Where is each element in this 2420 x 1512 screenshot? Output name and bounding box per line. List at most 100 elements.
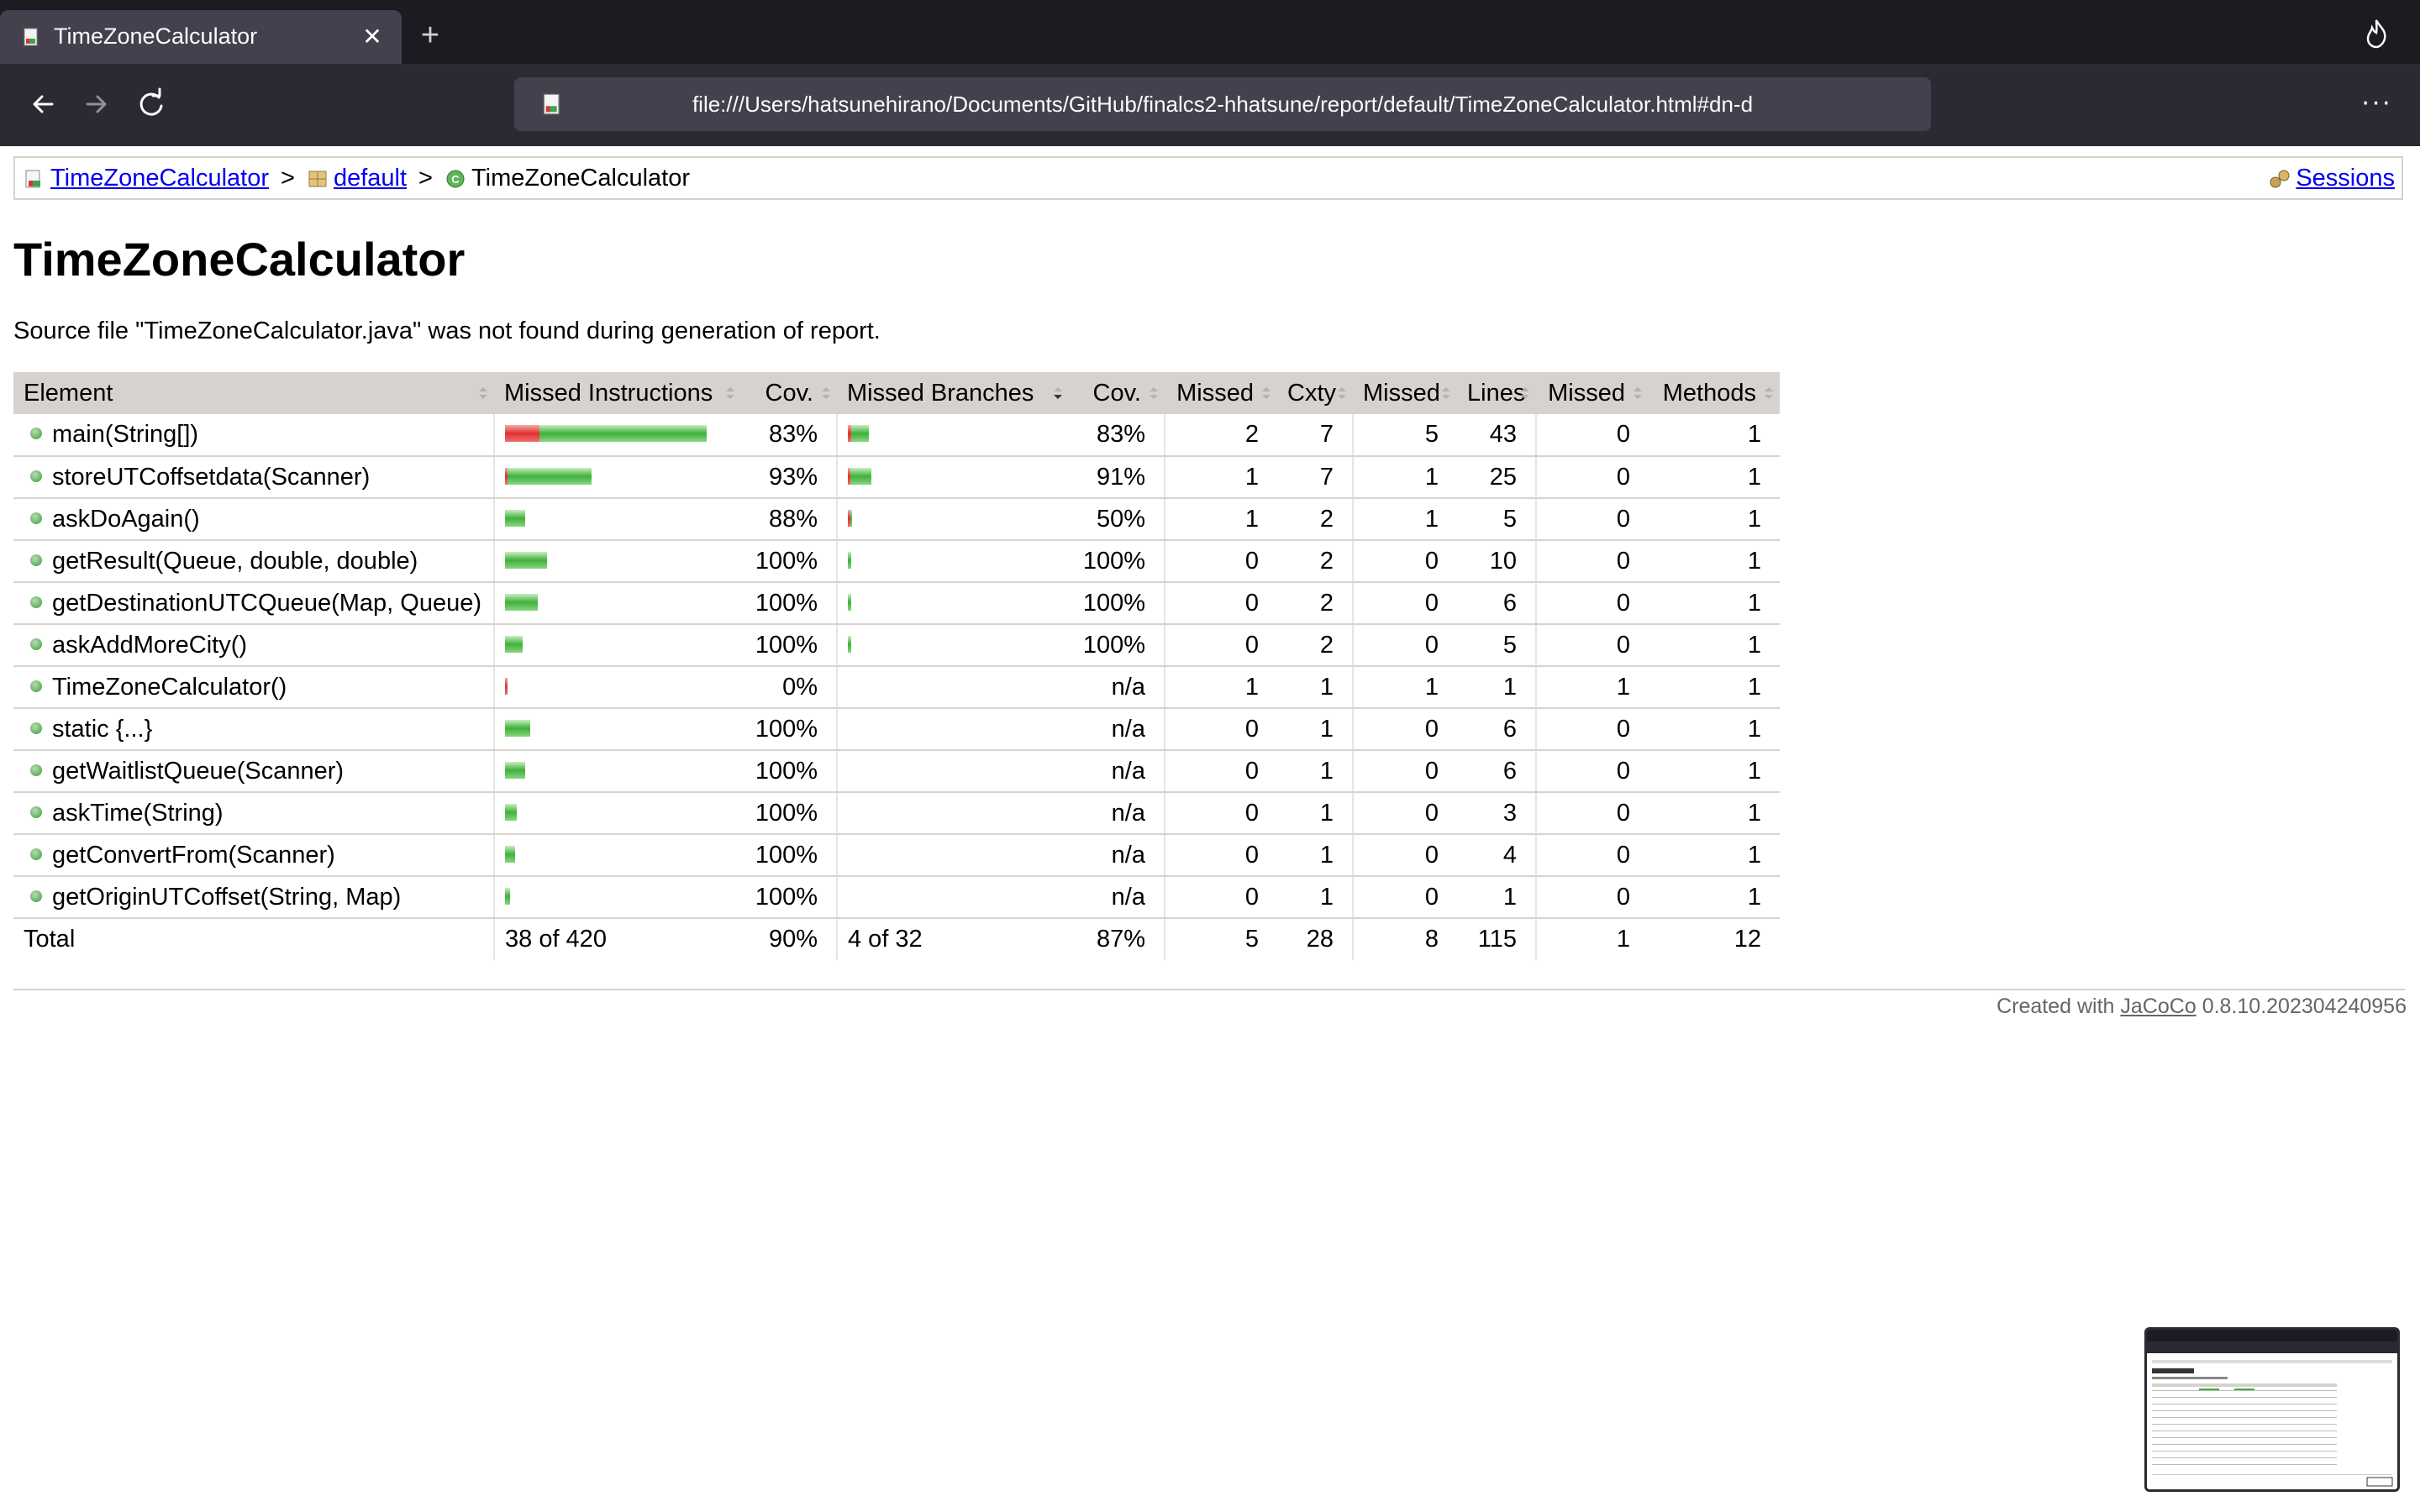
total-missed-lines: 8 xyxy=(1352,918,1457,960)
table-row: getDestinationUTCQueue(Map, Queue) 100% 10… xyxy=(13,582,1780,625)
method-bullet-icon xyxy=(30,848,42,860)
column-header-missed-methods[interactable]: Missed xyxy=(1536,372,1649,414)
table-row: askAddMoreCity() 100% 100% 0 2 0 5 0 1 xyxy=(13,624,1780,667)
methods: 1 xyxy=(1649,834,1780,877)
branch-coverage: 83% xyxy=(1069,414,1165,457)
covered-bar-segment xyxy=(851,425,869,443)
instruction-coverage: 100% xyxy=(741,582,837,625)
reload-icon[interactable] xyxy=(133,86,170,123)
covered-bar-segment xyxy=(848,593,851,611)
branch-coverage-bar xyxy=(848,551,851,569)
branch-coverage: 91% xyxy=(1069,456,1165,499)
instruction-coverage-bar xyxy=(505,761,525,779)
complexity: 7 xyxy=(1277,456,1353,499)
element-cell: askAddMoreCity() xyxy=(13,624,494,667)
breadcrumb-root-link[interactable]: TimeZoneCalculator xyxy=(50,165,269,192)
sort-icon xyxy=(822,387,830,399)
complexity: 2 xyxy=(1277,540,1353,583)
column-header-missed-branches[interactable]: Missed Branches xyxy=(837,372,1069,414)
branch-coverage-bar xyxy=(848,593,851,611)
element-cell: TimeZoneCalculator() xyxy=(13,666,494,709)
jacoco-link[interactable]: JaCoCo xyxy=(2120,995,2196,1018)
column-header-element[interactable]: Element xyxy=(13,372,494,414)
svg-text:C: C xyxy=(451,173,460,186)
footer-divider xyxy=(13,989,2405,990)
method-bullet-icon xyxy=(30,890,42,902)
method-name[interactable]: askDoAgain() xyxy=(52,506,200,533)
missed-complexity: 0 xyxy=(1164,876,1277,919)
url-text[interactable]: file:///Users/hatsunehirano/Documents/Gi… xyxy=(514,77,1931,131)
missed-branches-cell xyxy=(836,792,1069,835)
method-name[interactable]: getResult(Queue, double, double) xyxy=(52,548,418,575)
covered-bar-segment xyxy=(505,635,523,653)
back-arrow-icon[interactable] xyxy=(25,86,62,123)
table-row: getResult(Queue, double, double) 100% 100%… xyxy=(13,540,1780,583)
missed-instructions-cell xyxy=(493,750,741,793)
missed-instructions-cell xyxy=(493,498,741,541)
lines: 5 xyxy=(1457,498,1536,541)
missed-branches-cell xyxy=(836,834,1069,877)
browser-tab[interactable]: TimeZoneCalculator ✕ xyxy=(0,10,402,64)
method-name[interactable]: askTime(String) xyxy=(52,800,224,827)
column-header-instruction-coverage[interactable]: Cov. xyxy=(741,372,837,414)
close-tab-icon[interactable]: ✕ xyxy=(356,21,388,53)
method-name[interactable]: TimeZoneCalculator() xyxy=(52,674,287,701)
methods: 1 xyxy=(1649,666,1780,709)
sort-icon xyxy=(1150,387,1158,399)
missed-lines: 0 xyxy=(1352,708,1457,751)
instruction-coverage-bar xyxy=(505,467,592,485)
covered-bar-segment xyxy=(539,425,707,443)
branch-coverage: 100% xyxy=(1069,624,1165,667)
page-thumbnail-preview[interactable] xyxy=(2144,1327,2400,1492)
branch-coverage-bar xyxy=(848,635,851,653)
method-name[interactable]: getConvertFrom(Scanner) xyxy=(52,842,335,869)
more-menu-icon[interactable]: ··· xyxy=(2358,87,2395,119)
forward-arrow-icon[interactable] xyxy=(77,86,114,123)
instruction-coverage-bar xyxy=(505,593,538,611)
package-icon xyxy=(308,171,327,186)
branch-coverage: n/a xyxy=(1069,750,1165,793)
complexity: 1 xyxy=(1277,666,1353,709)
column-header-missed-lines[interactable]: Missed xyxy=(1353,372,1457,414)
missed-lines: 0 xyxy=(1352,876,1457,919)
column-header-methods[interactable]: Methods xyxy=(1649,372,1780,414)
instruction-coverage-bar xyxy=(505,677,508,695)
column-header-missed-instructions[interactable]: Missed Instructions xyxy=(494,372,741,414)
column-header-complexity[interactable]: Cxty xyxy=(1277,372,1353,414)
method-name[interactable]: getOriginUTCoffset(String, Map) xyxy=(52,884,401,911)
column-header-missed-complexity[interactable]: Missed xyxy=(1165,372,1277,414)
new-tab-button[interactable]: + xyxy=(413,18,447,52)
missed-instructions-cell xyxy=(493,708,741,751)
covered-bar-segment xyxy=(505,551,547,569)
instruction-coverage-bar xyxy=(505,635,523,653)
sessions-icon xyxy=(2270,170,2290,187)
total-instruction-coverage: 90% xyxy=(768,926,818,953)
fire-icon[interactable] xyxy=(2363,18,2390,49)
method-name[interactable]: storeUTCoffsetdata(Scanner) xyxy=(52,464,370,491)
instruction-coverage-bar xyxy=(505,509,525,527)
instruction-coverage: 100% xyxy=(741,708,837,751)
method-name[interactable]: getWaitlistQueue(Scanner) xyxy=(52,758,344,785)
element-cell: getOriginUTCoffset(String, Map) xyxy=(13,876,494,919)
method-bullet-icon xyxy=(30,512,42,524)
column-header-branch-coverage[interactable]: Cov. xyxy=(1069,372,1165,414)
branch-coverage: 50% xyxy=(1069,498,1165,541)
method-name[interactable]: main(String[]) xyxy=(52,421,198,448)
method-name[interactable]: static {...} xyxy=(52,716,152,743)
method-name[interactable]: askAddMoreCity() xyxy=(52,632,247,659)
column-header-lines[interactable]: Lines xyxy=(1457,372,1536,414)
covered-bar-segment xyxy=(505,845,515,863)
breadcrumb-package-link[interactable]: default xyxy=(334,165,407,192)
missed-branches-cell xyxy=(836,666,1069,709)
missed-branches-cell xyxy=(836,414,1069,457)
total-row: Total 38 of 420 90% 4 of 32 87% 5 28 8 1… xyxy=(13,918,1780,960)
method-bullet-icon xyxy=(30,596,42,608)
method-name[interactable]: getDestinationUTCQueue(Map, Queue) xyxy=(52,590,481,617)
missed-complexity: 0 xyxy=(1164,750,1277,793)
lines: 6 xyxy=(1457,582,1536,625)
missed-lines: 0 xyxy=(1352,540,1457,583)
covered-bar-segment xyxy=(850,509,852,527)
sessions-link[interactable]: Sessions xyxy=(2296,165,2395,192)
sort-icon xyxy=(1765,387,1773,399)
url-bar[interactable]: file:///Users/hatsunehirano/Documents/Gi… xyxy=(514,77,1931,131)
